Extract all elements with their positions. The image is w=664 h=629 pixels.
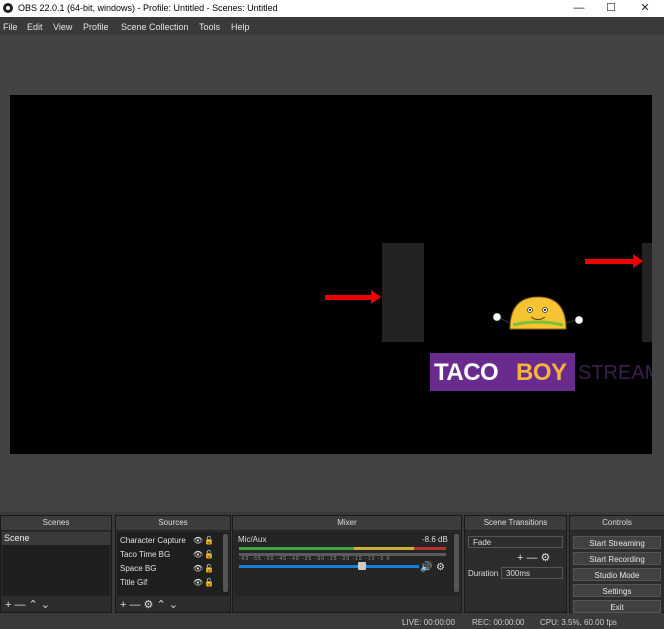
sources-list: Character Capture 👁 🔓 Taco Time BG 👁 🔓 S… [117, 532, 229, 596]
lock-icon[interactable]: 🔓 [204, 578, 214, 587]
banner-word-boy: BOY [516, 359, 567, 386]
live-timer: LIVE: 00:00:00 [402, 618, 455, 627]
red-arrow-icon [585, 254, 643, 268]
mixer-level: -8.6 dB [422, 535, 448, 544]
window-title: OBS 22.0.1 (64-bit, windows) - Profile: … [18, 3, 278, 13]
eye-icon[interactable]: 👁 [193, 536, 203, 545]
close-button[interactable]: ✕ [628, 0, 662, 17]
minimize-button[interactable]: — [562, 0, 596, 17]
menu-help[interactable]: Help [231, 22, 250, 32]
studio-mode-button[interactable]: Studio Mode [573, 568, 661, 581]
menu-profile[interactable]: Profile [83, 22, 109, 32]
transitions-dock-title: Scene Transitions [465, 516, 566, 531]
volume-fader[interactable] [239, 565, 419, 568]
banner-word-stream: STREAM [578, 362, 652, 384]
duration-input[interactable]: 300ms [501, 567, 563, 579]
transition-controls[interactable]: + — ⚙ [517, 551, 550, 564]
menu-edit[interactable]: Edit [27, 22, 43, 32]
sources-dock: Sources Character Capture 👁 🔓 Taco Time … [115, 515, 231, 613]
speaker-icon[interactable]: 🔊 [420, 562, 432, 573]
lock-icon[interactable]: 🔓 [204, 550, 214, 559]
transition-select[interactable]: Fade [468, 536, 563, 548]
controls-dock: Controls Start Streaming Start Recording… [569, 515, 664, 613]
audio-meter-yellow [354, 547, 414, 550]
exit-button[interactable]: Exit [573, 600, 661, 613]
source-item[interactable]: Taco Time BG 👁 🔓 [120, 550, 215, 562]
sources-dock-title: Sources [116, 516, 230, 531]
lock-icon[interactable]: 🔓 [204, 564, 214, 573]
start-recording-button[interactable]: Start Recording [573, 552, 661, 565]
sources-toolbar[interactable]: + — ⚙ ⌃ ⌄ [120, 598, 178, 611]
rec-timer: REC: 00:00:00 [472, 618, 525, 627]
taco-boy-banner: TACO BOY STREAM [430, 353, 652, 391]
scenes-toolbar[interactable]: + — ⌃ ⌄ [5, 598, 50, 611]
source-name: Character Capture [120, 536, 186, 545]
volume-fader-handle[interactable] [358, 562, 366, 570]
source-item[interactable]: Character Capture 👁 🔓 [120, 536, 215, 548]
duration-label: Duration [468, 569, 499, 578]
status-bar: LIVE: 00:00:00 REC: 00:00:00 CPU: 3.5%, … [0, 614, 664, 629]
eye-icon[interactable]: 👁 [193, 550, 203, 559]
source-name: Taco Time BG [120, 550, 171, 559]
menu-view[interactable]: View [53, 22, 72, 32]
scene-transitions-dock: Scene Transitions Fade + — ⚙ Duration 30… [464, 515, 567, 613]
red-arrow-icon [325, 290, 381, 304]
banner-word-taco: TACO [434, 359, 499, 386]
menu-tools[interactable]: Tools [199, 22, 220, 32]
source-item[interactable]: Title Gif 👁 🔓 [120, 578, 215, 590]
mixer-channel-name: Mic/Aux [238, 535, 267, 544]
source-bounding-box[interactable] [382, 243, 424, 342]
source-item[interactable]: Space BG 👁 🔓 [120, 564, 215, 576]
scene-item[interactable]: Scene [2, 532, 110, 545]
start-streaming-button[interactable]: Start Streaming [573, 536, 661, 549]
mixer-dock-title: Mixer [233, 516, 461, 531]
source-name: Title Gif [120, 578, 148, 587]
menu-file[interactable]: File [3, 22, 18, 32]
eye-icon[interactable]: 👁 [193, 564, 203, 573]
source-name: Space BG [120, 564, 157, 573]
scenes-dock-title: Scenes [1, 516, 111, 531]
settings-button[interactable]: Settings [573, 584, 661, 597]
preview-canvas[interactable]: TACO BOY STREAM [10, 95, 652, 454]
audio-meter-green [239, 547, 354, 550]
cpu-fps: CPU: 3.5%, 60.00 fps [540, 618, 617, 627]
scenes-dock: Scenes Scene + — ⌃ ⌄ [0, 515, 112, 613]
source-bounding-box-right[interactable] [642, 243, 652, 342]
mixer-dock: Mixer Mic/Aux -8.6 dB -60 -55 -50 -45 -4… [232, 515, 462, 613]
controls-dock-title: Controls [570, 516, 664, 531]
taco-character-icon [493, 296, 583, 330]
maximize-button[interactable]: ☐ [594, 0, 628, 17]
gear-icon[interactable]: ⚙ [436, 562, 445, 573]
title-bar: OBS 22.0.1 (64-bit, windows) - Profile: … [0, 0, 664, 17]
eye-icon[interactable]: 👁 [193, 578, 203, 587]
mixer-scale: -60 -55 -50 -45 -40 -35 -30 -25 -20 -15 … [239, 556, 391, 562]
mixer-scrollbar[interactable] [454, 534, 459, 592]
mixer-body: Mic/Aux -8.6 dB -60 -55 -50 -45 -40 -35 … [234, 532, 460, 596]
scenes-list: Scene [2, 532, 110, 596]
menu-bar: File Edit View Profile Scene Collection … [0, 17, 664, 35]
menu-scene-collection[interactable]: Scene Collection [121, 22, 189, 32]
sources-scrollbar[interactable] [223, 534, 228, 592]
obs-logo-icon [3, 3, 13, 13]
lock-icon[interactable]: 🔓 [204, 536, 214, 545]
audio-meter-red [414, 547, 446, 550]
